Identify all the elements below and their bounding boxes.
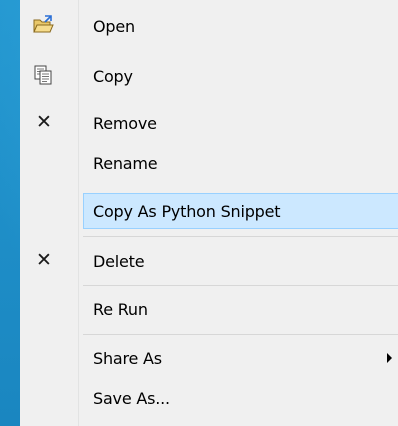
menu-item-label: Copy As Python Snippet (93, 202, 281, 221)
x-icon: ✕ (36, 249, 52, 271)
menu-item-open[interactable]: Open (20, 8, 398, 44)
menu-item-share-as[interactable]: Share As (20, 340, 398, 376)
menu-item-save-as[interactable]: Save As... (20, 380, 398, 416)
menu-item-label: Rename (93, 154, 158, 173)
menu-item-label: Share As (93, 349, 162, 368)
menu-item-label: Re Run (93, 300, 148, 319)
menu-item-label: Save As... (93, 389, 170, 408)
submenu-arrow-icon (387, 353, 392, 363)
menu-item-label: Remove (93, 114, 157, 133)
menu-item-rename[interactable]: Rename (20, 145, 398, 181)
menu-item-copy[interactable]: Copy (20, 58, 398, 94)
menu-separator (83, 285, 398, 286)
open-folder-icon (33, 15, 54, 33)
menu-item-label: Open (93, 17, 135, 36)
menu-item-label: Delete (93, 252, 145, 271)
menu-item-label: Copy (93, 67, 133, 86)
menu-separator (83, 236, 398, 237)
menu-item-remove[interactable]: ✕ Remove (20, 105, 398, 141)
menu-item-copy-as-python-snippet[interactable]: Copy As Python Snippet (20, 193, 398, 229)
menu-item-delete[interactable]: ✕ Delete (20, 243, 398, 279)
x-icon: ✕ (36, 111, 52, 133)
menu-item-re-run[interactable]: Re Run (20, 291, 398, 327)
copy-icon (34, 65, 52, 85)
menu-separator (83, 334, 398, 335)
context-menu: Open Copy ✕ Remove Rename Copy As Python… (20, 0, 398, 426)
